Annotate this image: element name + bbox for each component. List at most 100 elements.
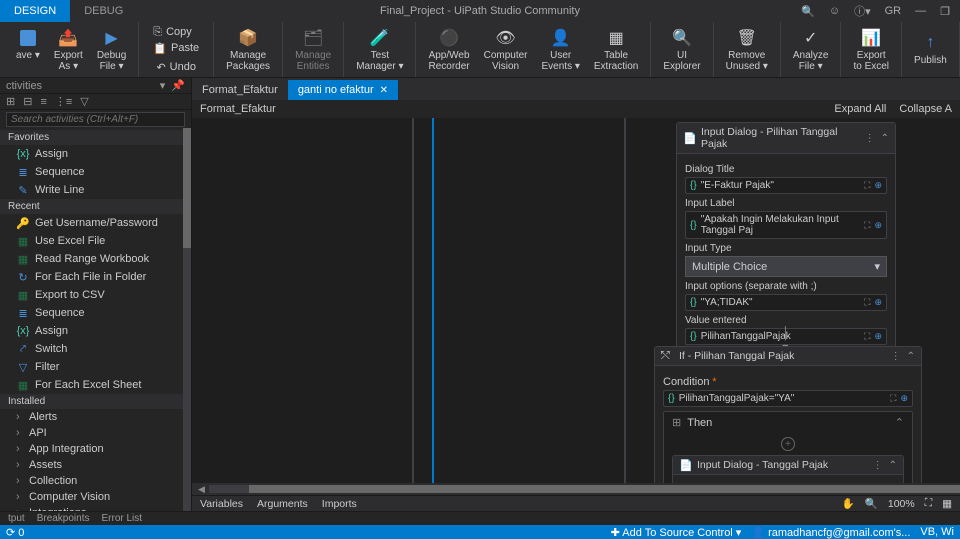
installed-section[interactable]: Installed bbox=[0, 394, 191, 409]
tree-item[interactable]: ✎Write Line bbox=[0, 181, 191, 199]
variables-tab[interactable]: Variables bbox=[200, 498, 243, 510]
tree-item[interactable]: ≣Sequence bbox=[0, 163, 191, 181]
tree-item[interactable]: ≣Sequence bbox=[0, 304, 191, 322]
add-activity-button[interactable]: + bbox=[781, 437, 795, 451]
list-icon[interactable]: ≡ bbox=[40, 96, 46, 108]
publish-button[interactable]: ↑Publish bbox=[908, 31, 953, 68]
tree-item[interactable]: ▦Use Excel File bbox=[0, 232, 191, 250]
test-manager-button[interactable]: 🧪Test Manager ▾ bbox=[350, 26, 409, 74]
tree-item[interactable]: ▦Export to CSV bbox=[0, 286, 191, 304]
panel-pin-icon[interactable]: 📌 bbox=[171, 79, 185, 92]
plus-icon[interactable]: ⊕ bbox=[874, 180, 882, 191]
tree-item[interactable]: {x}Assign bbox=[0, 322, 191, 340]
search-input[interactable] bbox=[6, 112, 185, 127]
collapse-icon[interactable]: ⌃ bbox=[881, 133, 889, 144]
user-badge[interactable]: GR bbox=[885, 5, 902, 17]
paste-button[interactable]: 📋Paste bbox=[151, 41, 201, 56]
input-options-field[interactable]: {}"YA;TIDAK"⛶⊕ bbox=[685, 294, 887, 311]
expand-icon[interactable]: ⛶ bbox=[864, 220, 870, 231]
output-tab[interactable]: tput bbox=[8, 513, 25, 524]
ui-explorer-button[interactable]: 🔍UI Explorer bbox=[657, 26, 706, 74]
recent-section[interactable]: Recent bbox=[0, 199, 191, 214]
copy-button[interactable]: ⎘Copy bbox=[151, 25, 201, 40]
filter-icon[interactable]: ▽ bbox=[80, 95, 88, 108]
manage-entities-button[interactable]: 🗂Manage Entities bbox=[289, 26, 337, 74]
pan-icon[interactable]: ✋ bbox=[842, 497, 855, 510]
fit-icon[interactable]: ⛶ bbox=[925, 497, 932, 510]
input-type-select[interactable]: Multiple Choice▾ bbox=[685, 256, 887, 277]
computer-vision-button[interactable]: 👁Computer Vision bbox=[478, 26, 534, 74]
tree-item[interactable]: ›Integrations bbox=[0, 505, 191, 511]
table-extraction-button[interactable]: ▦Table Extraction bbox=[588, 26, 644, 74]
close-icon[interactable]: ✕ bbox=[380, 85, 388, 96]
input-label-field[interactable]: {}"Apakah Ingin Melakukan Input Tanggal … bbox=[685, 211, 887, 239]
tree-item[interactable]: ▦For Each Excel Sheet bbox=[0, 376, 191, 394]
panel-dropdown-icon[interactable]: ▾ bbox=[160, 79, 166, 92]
horizontal-scrollbar[interactable]: ◀ ▶ bbox=[192, 483, 960, 495]
errorlist-tab[interactable]: Error List bbox=[102, 513, 143, 524]
tree-item[interactable]: ▦Read Range Workbook bbox=[0, 250, 191, 268]
breakpoints-tab[interactable]: Breakpoints bbox=[37, 513, 90, 524]
analyze-file-button[interactable]: ✓Analyze File ▾ bbox=[787, 26, 835, 74]
condition-field[interactable]: {}PilihanTanggalPajak="YA"⛶⊕ bbox=[663, 390, 913, 407]
arguments-tab[interactable]: Arguments bbox=[257, 498, 308, 510]
ribbon-tab-design[interactable]: DESIGN bbox=[0, 0, 70, 22]
expand-icon[interactable]: ⛶ bbox=[864, 331, 870, 342]
expand-icon[interactable]: ⛶ bbox=[864, 180, 870, 191]
more-icon[interactable]: ⋮ bbox=[891, 351, 901, 362]
nested-input-dialog[interactable]: 📄 Input Dialog - Tanggal Pajak ⋮⌃ Dialog… bbox=[672, 455, 904, 483]
undo-button[interactable]: ↶Undo bbox=[154, 60, 198, 75]
debug-file-button[interactable]: ▶Debug File ▾ bbox=[91, 26, 132, 74]
tree-item[interactable]: {x}Assign bbox=[0, 145, 191, 163]
collapse-icon[interactable]: ⌃ bbox=[895, 416, 904, 429]
if-activity[interactable]: ⤲ If - Pilihan Tanggal Pajak ⋮⌃ Conditio… bbox=[654, 346, 922, 483]
file-tab-2[interactable]: ganti no efaktur✕ bbox=[288, 80, 398, 100]
scroll-left-icon[interactable]: ◀ bbox=[196, 484, 207, 495]
input-dialog-activity[interactable]: 📄 Input Dialog - Pilihan Tanggal Pajak ⋮… bbox=[676, 122, 896, 352]
tree-item[interactable]: ›Collection bbox=[0, 473, 191, 489]
expand-icon[interactable]: ⛶ bbox=[864, 297, 870, 308]
favorites-section[interactable]: Favorites bbox=[0, 130, 191, 145]
source-control-button[interactable]: ✚ Add To Source Control ▾ bbox=[611, 526, 742, 539]
imports-tab[interactable]: Imports bbox=[322, 498, 357, 510]
search-icon[interactable]: 🔍 bbox=[801, 5, 815, 18]
tree-item[interactable]: 🔑Get Username/Password bbox=[0, 214, 191, 232]
tree-item[interactable]: ▽Filter bbox=[0, 358, 191, 376]
manage-packages-button[interactable]: 📦Manage Packages bbox=[220, 26, 276, 74]
tree-scrollbar[interactable] bbox=[183, 128, 191, 511]
collapse-icon[interactable]: ⌃ bbox=[889, 460, 897, 471]
collapse-icon[interactable]: ⊟ bbox=[23, 95, 32, 108]
tree-item[interactable]: ›Alerts bbox=[0, 409, 191, 425]
plus-icon[interactable]: ⊕ bbox=[874, 331, 882, 342]
expand-icon[interactable]: ⊞ bbox=[6, 95, 15, 108]
tree-item[interactable]: ›App Integration bbox=[0, 441, 191, 457]
tree-item[interactable]: ⤤Switch bbox=[0, 340, 191, 358]
zoom-level[interactable]: 100% bbox=[888, 498, 915, 510]
tree-item[interactable]: ›Assets bbox=[0, 457, 191, 473]
export-excel-button[interactable]: 📊Export to Excel bbox=[847, 26, 895, 74]
help-icon[interactable]: ⓘ▾ bbox=[854, 3, 871, 19]
collapse-all-button[interactable]: Collapse A bbox=[899, 103, 952, 115]
more-icon[interactable]: ⋮ bbox=[865, 133, 875, 144]
expand-icon[interactable]: ⛶ bbox=[890, 393, 896, 404]
ribbon-tab-debug[interactable]: DEBUG bbox=[70, 0, 137, 22]
plus-square-icon[interactable]: ⊞ bbox=[672, 416, 681, 429]
feedback-icon[interactable]: ☺ bbox=[829, 5, 840, 17]
workflow-canvas[interactable]: 📄 Input Dialog - Pilihan Tanggal Pajak ⋮… bbox=[192, 118, 960, 483]
plus-icon[interactable]: ⊕ bbox=[874, 297, 882, 308]
expand-all-button[interactable]: Expand All bbox=[834, 103, 886, 115]
more-icon[interactable]: ⋮ bbox=[873, 460, 883, 471]
collapse-icon[interactable]: ⌃ bbox=[907, 351, 915, 362]
minimize-icon[interactable]: — bbox=[915, 5, 926, 17]
export-button[interactable]: 📤Export As ▾ bbox=[48, 26, 89, 74]
recorder-button[interactable]: ⚫App/Web Recorder bbox=[422, 26, 475, 74]
user-events-button[interactable]: 👤User Events ▾ bbox=[536, 26, 586, 74]
breadcrumb[interactable]: Format_Efaktur bbox=[200, 103, 276, 115]
maximize-icon[interactable]: ❐ bbox=[940, 5, 950, 18]
remove-unused-button[interactable]: 🗑Remove Unused ▾ bbox=[720, 26, 774, 74]
save-button[interactable]: ave ▾ bbox=[10, 26, 46, 74]
activity-tree[interactable]: Favorites {x}Assign≣Sequence✎Write Line … bbox=[0, 128, 191, 511]
overview-icon[interactable]: ▦ bbox=[942, 498, 952, 510]
plus-icon[interactable]: ⊕ bbox=[900, 393, 908, 404]
plus-icon[interactable]: ⊕ bbox=[874, 220, 882, 231]
